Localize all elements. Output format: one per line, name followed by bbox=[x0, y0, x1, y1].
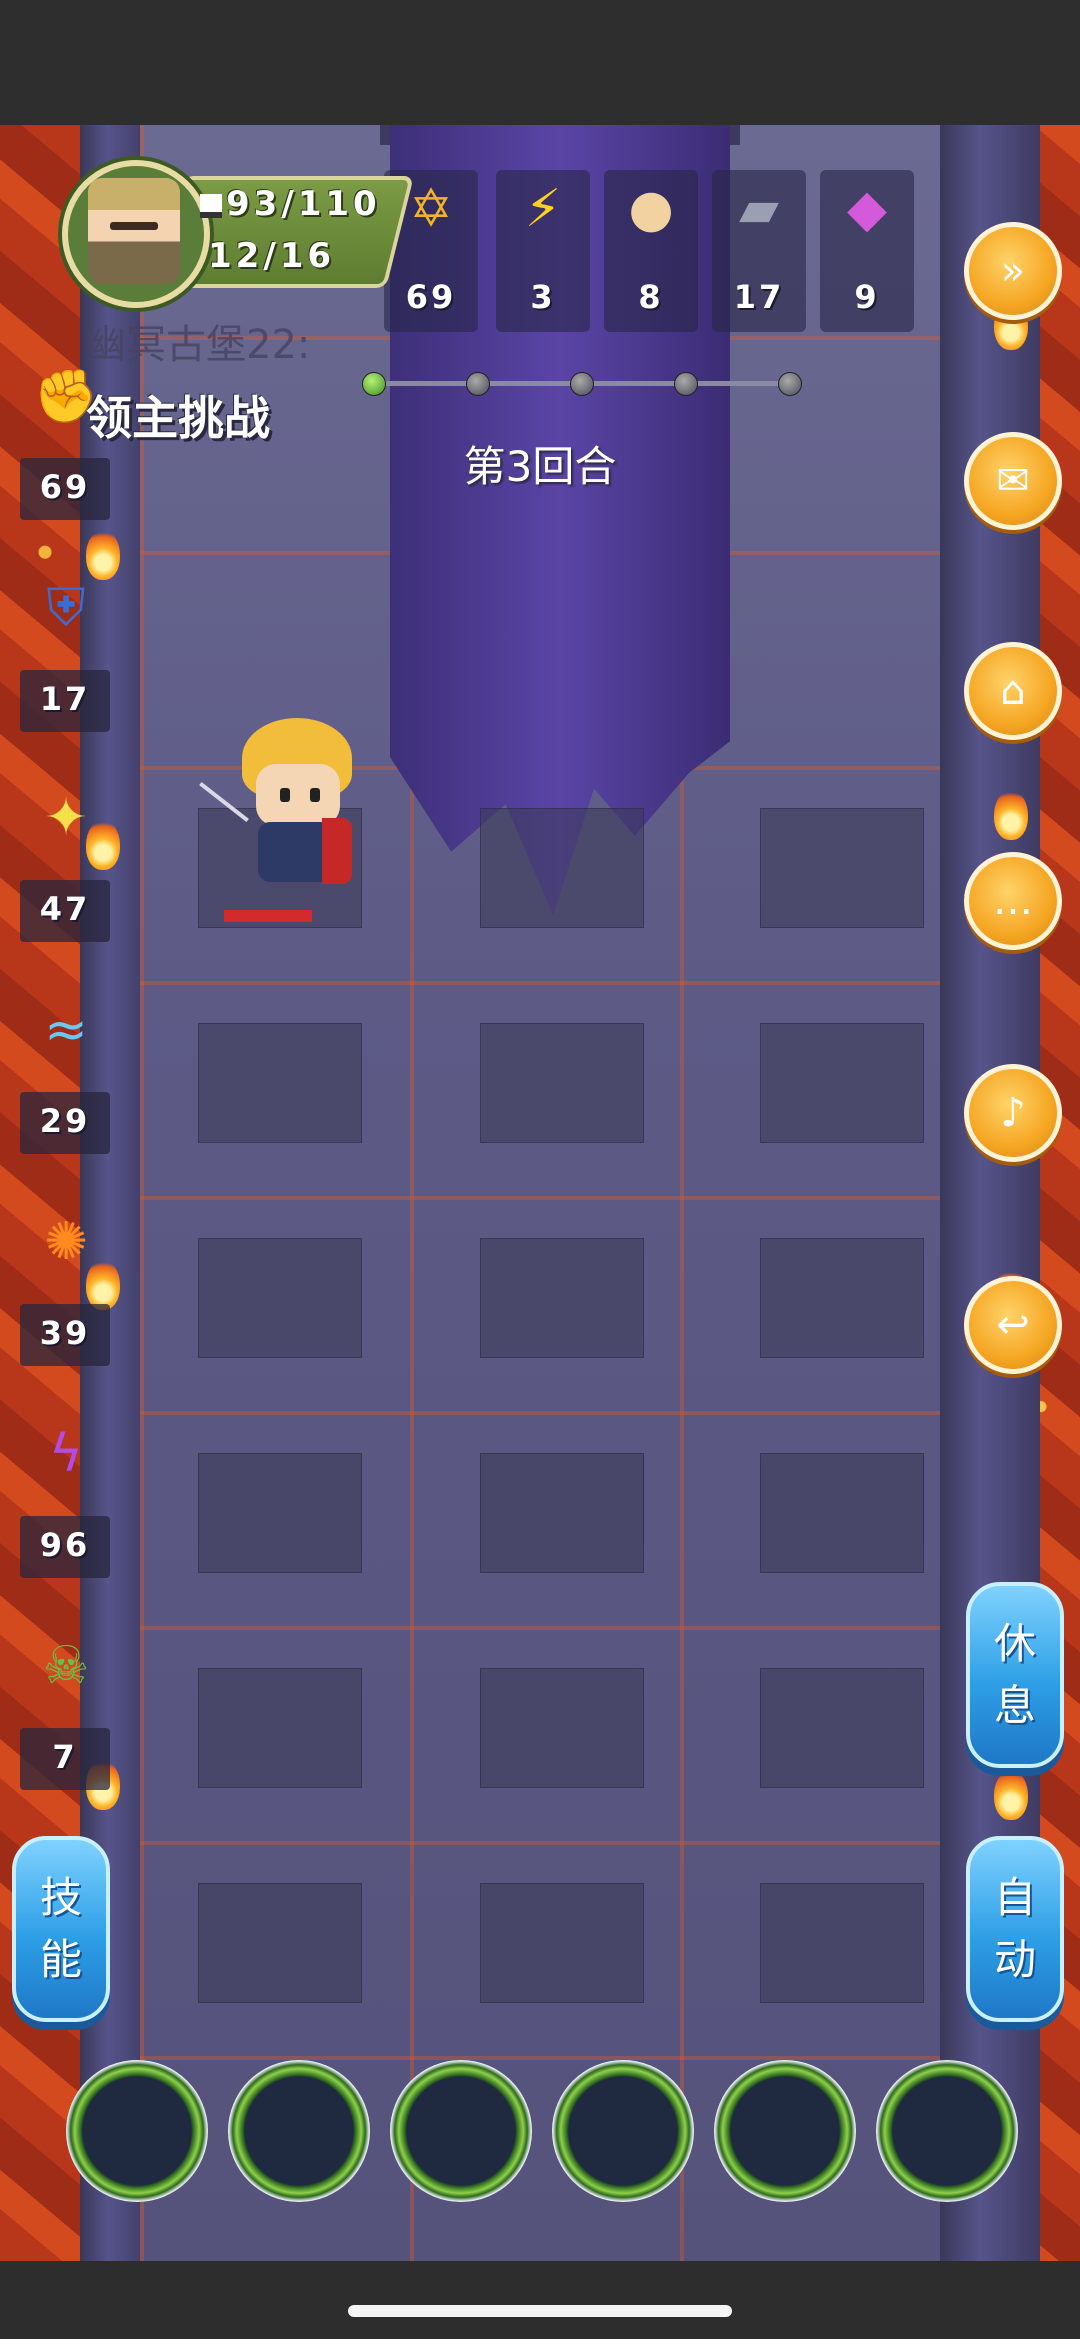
skill-button[interactable]: 技 能 bbox=[12, 1836, 110, 2022]
stat-item: ✊ 69 bbox=[20, 360, 112, 532]
player-hp: 93/110 bbox=[200, 184, 381, 224]
board-tile[interactable] bbox=[760, 808, 924, 928]
home-indicator-bar bbox=[0, 2261, 1080, 2339]
board-tile[interactable] bbox=[480, 1453, 644, 1573]
chat-bubble-icon: … bbox=[993, 878, 1033, 924]
lightning-bolt-icon: ϟ bbox=[48, 1424, 84, 1484]
progress-dot bbox=[674, 372, 698, 396]
skill-slot[interactable] bbox=[876, 2060, 1018, 2202]
resource-value: 3 bbox=[530, 278, 556, 316]
progress-dot bbox=[362, 372, 386, 396]
resource-value: 17 bbox=[733, 278, 785, 316]
board-tile[interactable] bbox=[198, 1883, 362, 2003]
stat-item: ✺ 39 bbox=[20, 1206, 112, 1378]
home-icon: ⌂ bbox=[1000, 668, 1026, 714]
shield-icon: ⛨ bbox=[46, 577, 86, 638]
board-tile[interactable] bbox=[480, 808, 644, 928]
wave-progress bbox=[362, 372, 802, 396]
player-avatar[interactable] bbox=[62, 160, 210, 308]
sound-button[interactable]: ♪ bbox=[964, 1064, 1062, 1162]
board-tile[interactable] bbox=[198, 1023, 362, 1143]
stat-item: ☠ 7 bbox=[20, 1630, 112, 1802]
board-tile[interactable] bbox=[198, 1238, 362, 1358]
return-arrow-icon: ↩ bbox=[996, 1302, 1030, 1348]
iron-ingot-icon: ▰ bbox=[739, 179, 779, 239]
home-indicator bbox=[348, 2305, 732, 2317]
board-tile[interactable] bbox=[480, 1668, 644, 1788]
player-mp: 12/16 bbox=[208, 236, 335, 276]
progress-dot bbox=[778, 372, 802, 396]
envelope-icon: ✉ bbox=[996, 458, 1030, 504]
poison-icon: ☠ bbox=[42, 1636, 90, 1696]
fast-forward-icon: » bbox=[1000, 248, 1026, 294]
stat-value: 39 bbox=[39, 1314, 91, 1352]
status-bar bbox=[0, 0, 1080, 125]
board-tile[interactable] bbox=[760, 1883, 924, 2003]
skill-slot[interactable] bbox=[714, 2060, 856, 2202]
stat-value: 29 bbox=[39, 1102, 91, 1140]
board-tile[interactable] bbox=[760, 1453, 924, 1573]
knight-portrait-icon bbox=[88, 178, 180, 284]
hp-icon bbox=[200, 193, 222, 218]
water-wave-icon: ≈ bbox=[44, 1000, 88, 1060]
board-tile[interactable] bbox=[480, 1238, 644, 1358]
hero-health-bar bbox=[224, 910, 312, 922]
board-tile[interactable] bbox=[480, 1883, 644, 2003]
board-tile[interactable] bbox=[198, 1668, 362, 1788]
stat-value: 96 bbox=[39, 1526, 91, 1564]
resource-value: 9 bbox=[854, 278, 880, 316]
board-tile[interactable] bbox=[198, 1453, 362, 1573]
resource-energy: ⚡ 3 bbox=[496, 170, 590, 332]
skill-slot[interactable] bbox=[228, 2060, 370, 2202]
board-tile[interactable] bbox=[760, 1238, 924, 1358]
resource-value: 8 bbox=[638, 278, 664, 316]
hero-character[interactable] bbox=[199, 718, 370, 898]
rest-button[interactable]: 休 息 bbox=[966, 1582, 1064, 1768]
stat-item: ϟ 96 bbox=[20, 1418, 112, 1590]
skill-slot[interactable] bbox=[390, 2060, 532, 2202]
crystal-icon: ◆ bbox=[847, 179, 887, 239]
progress-dot bbox=[466, 372, 490, 396]
bun-icon: ● bbox=[628, 179, 674, 239]
stat-value: 47 bbox=[39, 890, 91, 928]
stat-item: ⛨ 17 bbox=[20, 572, 112, 744]
resource-crystal: ◆ 9 bbox=[820, 170, 914, 332]
fire-orb-icon: ✺ bbox=[44, 1212, 88, 1272]
lightning-icon: ⚡ bbox=[524, 179, 562, 239]
board-tile[interactable] bbox=[480, 1023, 644, 1143]
auto-button[interactable]: 自 动 bbox=[966, 1836, 1064, 2022]
home-button[interactable]: ⌂ bbox=[964, 642, 1062, 740]
stat-item: ≈29 bbox=[20, 994, 112, 1166]
fist-attack-icon: ✊ bbox=[33, 366, 99, 427]
progress-dot bbox=[570, 372, 594, 396]
skill-slot[interactable] bbox=[66, 2060, 208, 2202]
fast-forward-button[interactable]: » bbox=[964, 222, 1062, 320]
stat-value: 69 bbox=[39, 468, 91, 506]
return-button[interactable]: ↩ bbox=[964, 1276, 1062, 1374]
board-tile[interactable] bbox=[760, 1668, 924, 1788]
board-tile[interactable] bbox=[760, 1023, 924, 1143]
stat-item: ✦ 47 bbox=[20, 782, 112, 954]
mail-button[interactable]: ✉ bbox=[964, 432, 1062, 530]
location-label: 幽冥古堡22: bbox=[86, 322, 311, 368]
stat-value: 7 bbox=[52, 1738, 78, 1776]
stat-value: 17 bbox=[39, 680, 91, 718]
round-label: 第3回合 bbox=[463, 442, 617, 491]
resource-value: 69 bbox=[405, 278, 457, 316]
holy-light-icon: ✦ bbox=[44, 788, 88, 848]
speaker-icon: ♪ bbox=[1000, 1090, 1026, 1136]
skill-slot[interactable] bbox=[552, 2060, 694, 2202]
hp-value: 93/110 bbox=[226, 184, 381, 224]
resource-bun: ● 8 bbox=[604, 170, 698, 332]
resource-iron: ▰ 17 bbox=[712, 170, 806, 332]
torch-flame bbox=[994, 1770, 1028, 1820]
torch-flame bbox=[994, 790, 1028, 840]
mp-value: 12/16 bbox=[208, 236, 336, 276]
chat-button[interactable]: … bbox=[964, 852, 1062, 950]
